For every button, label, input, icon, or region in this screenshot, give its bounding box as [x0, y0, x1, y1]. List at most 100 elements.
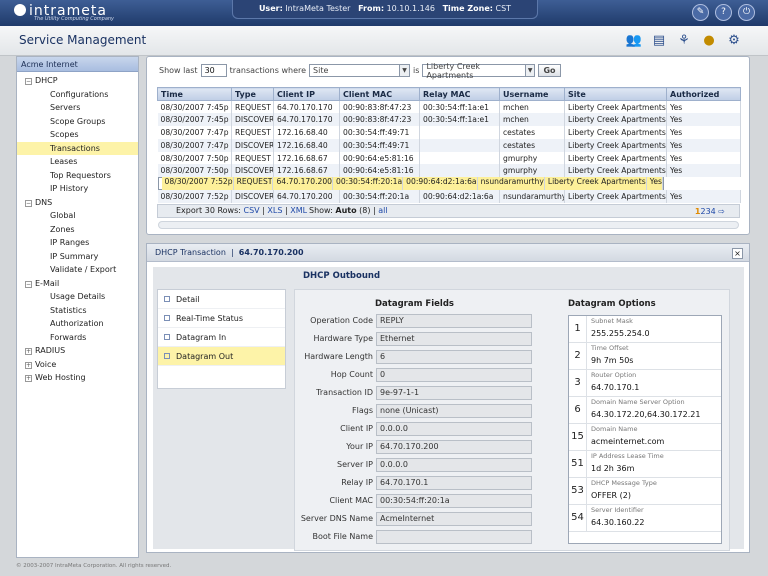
nav-item-transactions[interactable]: Transactions	[17, 141, 138, 155]
datagram-option: 54 Server Identifier 64.30.160.22	[569, 505, 721, 532]
page-link[interactable]: 4	[711, 207, 716, 216]
network-icon[interactable]: ⚘	[674, 31, 694, 51]
field-value: 0	[376, 368, 532, 382]
table-row[interactable]: 08/30/2007 7:50p DISCOVER 172.16.68.67 00:9…	[157, 164, 741, 178]
datagram-field: Hop Count 0	[295, 368, 535, 383]
tab-datagram-out[interactable]: Datagram Out	[158, 347, 285, 366]
power-icon[interactable]: ⏻	[738, 4, 755, 21]
document-icon[interactable]: ▤	[649, 31, 669, 51]
table-cell: 08/30/2007 7:47p	[157, 138, 232, 152]
table-cell: Liberty Creek Apartments	[564, 126, 667, 139]
field-label: Boot File Name	[312, 532, 374, 541]
option-name: Time Offset	[591, 344, 629, 352]
datagram-field: Client MAC 00:30:54:ff:20:1a	[295, 494, 535, 509]
nav-item[interactable]: Usage Details	[17, 290, 138, 304]
table-row[interactable]: 08/30/2007 7:47p REQUEST 172.16.68.40 00:30…	[157, 126, 741, 139]
field-value: 0.0.0.0	[376, 422, 532, 436]
field-label: Relay IP	[341, 478, 373, 487]
wrench-icon[interactable]: ✎	[692, 4, 709, 21]
nav-email[interactable]: − E-Mail	[17, 277, 138, 291]
field-label: Hardware Type	[313, 334, 373, 343]
nav-item[interactable]: Zones	[17, 223, 138, 237]
table-cell: 00:30:54:ff:1a:e1	[419, 113, 500, 127]
session-info: User: IntraMeta Tester From: 10.10.1.146…	[232, 0, 538, 19]
horizontal-scrollbar[interactable]	[158, 221, 739, 229]
table-cell: Liberty Creek Apartments	[564, 164, 667, 178]
gears-icon[interactable]: ⚙	[724, 31, 744, 51]
tab-detail[interactable]: Detail	[158, 290, 285, 309]
table-cell: 00:90:64:e5:81:16	[339, 164, 420, 178]
close-icon[interactable]: ×	[732, 248, 743, 259]
export-xls-link[interactable]: XLS	[267, 206, 282, 215]
tab-realtime-status[interactable]: Real-Time Status	[158, 309, 285, 328]
column-header[interactable]: Type	[231, 87, 274, 101]
users-icon[interactable]: 👥	[624, 31, 644, 51]
table-row[interactable]: 08/30/2007 7:52p DISCOVER 64.70.170.200 00:…	[157, 190, 741, 204]
nav-webhosting[interactable]: + Web Hosting	[17, 371, 138, 385]
datagram-field: Relay IP 64.70.170.1	[295, 476, 535, 491]
export-csv-link[interactable]: CSV	[244, 206, 260, 215]
expand-icon[interactable]: +	[25, 348, 32, 355]
options-heading: Datagram Options	[568, 299, 656, 309]
show-all-link[interactable]: all	[378, 206, 387, 215]
column-header[interactable]: Authorized	[666, 87, 741, 101]
nav-item[interactable]: Forwards	[17, 331, 138, 345]
nav-item[interactable]: Scope Groups	[17, 115, 138, 129]
nav-radius[interactable]: + RADIUS	[17, 344, 138, 358]
nav-item[interactable]: Servers	[17, 101, 138, 115]
field-label: Server IP	[337, 460, 373, 469]
column-header[interactable]: Time	[157, 87, 232, 101]
nav-item[interactable]: IP Ranges	[17, 236, 138, 250]
nav-dns[interactable]: − DNS	[17, 196, 138, 210]
count-input[interactable]: 30	[200, 64, 227, 77]
go-button[interactable]: Go	[538, 64, 561, 77]
option-number: 53	[569, 478, 587, 504]
globe-icon[interactable]: ●	[699, 31, 719, 51]
nav-dhcp[interactable]: − DHCP	[17, 74, 138, 88]
table-row[interactable]: 08/30/2007 7:45p DISCOVER 64.70.170.170 00:…	[157, 113, 741, 127]
table-cell: Yes	[666, 190, 741, 204]
table-row[interactable]: 08/30/2007 7:45p REQUEST 64.70.170.170 00:9…	[157, 100, 741, 114]
table-row[interactable]: 08/30/2007 7:50p REQUEST 172.16.68.67 00:90…	[157, 151, 741, 165]
nav-item[interactable]: Statistics	[17, 304, 138, 318]
nav-voice[interactable]: + Voice	[17, 358, 138, 372]
collapse-icon[interactable]: −	[25, 78, 32, 85]
field-select[interactable]: Site ▼	[309, 64, 411, 77]
sidebar-account[interactable]: Acme Internet	[17, 57, 138, 72]
nav-item[interactable]: Scopes	[17, 128, 138, 142]
field-value: 64.70.170.1	[376, 476, 532, 490]
column-header[interactable]: Client IP	[273, 87, 340, 101]
column-header[interactable]: Site	[564, 87, 667, 101]
tab-datagram-in[interactable]: Datagram In	[158, 328, 285, 347]
table-row[interactable]: 08/30/2007 7:52p REQUEST 64.70.170.200 00:3…	[157, 177, 664, 191]
nav-item[interactable]: IP History	[17, 182, 138, 196]
table-row[interactable]: 08/30/2007 7:47p DISCOVER 172.16.68.40 00:3…	[157, 138, 741, 152]
column-header[interactable]: Username	[499, 87, 565, 101]
field-label: Client IP	[340, 424, 373, 433]
nav-item[interactable]: Top Requestors	[17, 169, 138, 183]
expand-icon[interactable]: +	[25, 361, 32, 369]
chevron-down-icon: ▼	[524, 65, 535, 76]
next-arrow-icon[interactable]: ⇨	[718, 207, 725, 216]
square-icon	[164, 353, 170, 359]
nav-item[interactable]: Configurations	[17, 88, 138, 102]
table-cell: 00:30:54:ff:20:1a	[339, 190, 420, 204]
column-header[interactable]: Client MAC	[339, 87, 420, 101]
collapse-icon[interactable]: −	[25, 199, 32, 207]
table-cell: 00:30:54:ff:20:1a	[333, 177, 404, 191]
show-auto: Auto	[335, 206, 357, 215]
collapse-icon[interactable]: −	[25, 280, 32, 288]
nav-item[interactable]: Validate / Export	[17, 263, 138, 277]
nav-item[interactable]: Authorization	[17, 317, 138, 331]
column-header[interactable]: Relay MAC	[419, 87, 500, 101]
nav-item[interactable]: Global	[17, 209, 138, 223]
help-icon[interactable]: ?	[715, 4, 732, 21]
export-xml-link[interactable]: XML	[290, 206, 307, 215]
nav-item[interactable]: IP Summary	[17, 250, 138, 264]
value-select[interactable]: Liberty Creek Apartments ▼	[422, 62, 536, 80]
expand-icon[interactable]: +	[25, 375, 32, 382]
table-cell: 00:30:54:ff:1a:e1	[419, 100, 500, 114]
nav-item[interactable]: Leases	[17, 155, 138, 169]
option-number: 51	[569, 451, 587, 477]
table-cell: 172.16.68.67	[273, 151, 340, 165]
